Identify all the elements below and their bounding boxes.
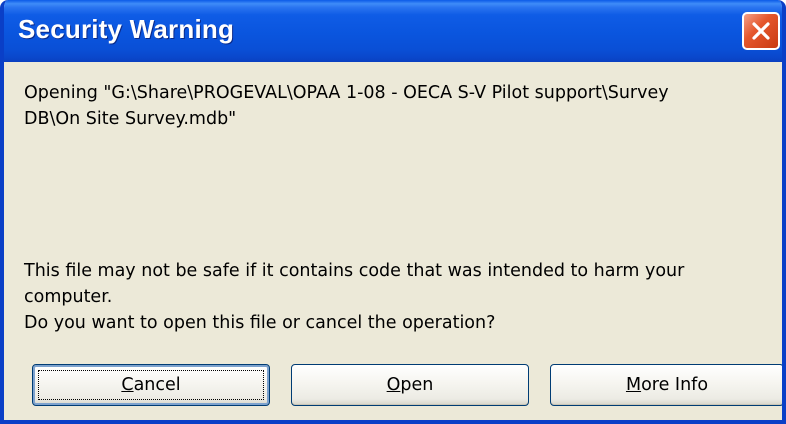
message-line: DB\On Site Survey.mdb" bbox=[24, 109, 237, 129]
more-info-button[interactable]: More Info bbox=[550, 364, 782, 406]
cancel-button[interactable]: Cancel bbox=[32, 364, 270, 406]
file-path-message: Opening "G:\Share\PROGEVAL\OPAA 1-08 - O… bbox=[24, 80, 764, 132]
title-bar[interactable]: Security Warning bbox=[4, 0, 782, 62]
cancel-button-label: Cancel bbox=[121, 375, 181, 395]
message-line: Opening "G:\Share\PROGEVAL\OPAA 1-08 - O… bbox=[24, 83, 669, 103]
warning-line: This file may not be safe if it contains… bbox=[24, 261, 685, 281]
close-button[interactable] bbox=[742, 12, 780, 50]
open-button[interactable]: Open bbox=[291, 364, 529, 406]
dialog-title: Security Warning bbox=[18, 14, 235, 44]
warning-text: This file may not be safe if it contains… bbox=[24, 258, 774, 336]
open-button-label: Open bbox=[386, 375, 434, 395]
security-warning-dialog: Security Warning Opening "G:\Share\PROGE… bbox=[0, 0, 786, 424]
warning-line: computer. bbox=[24, 287, 113, 307]
warning-line: Do you want to open this file or cancel … bbox=[24, 313, 496, 333]
close-x-icon bbox=[752, 22, 770, 40]
more-info-button-label: More Info bbox=[625, 375, 709, 395]
